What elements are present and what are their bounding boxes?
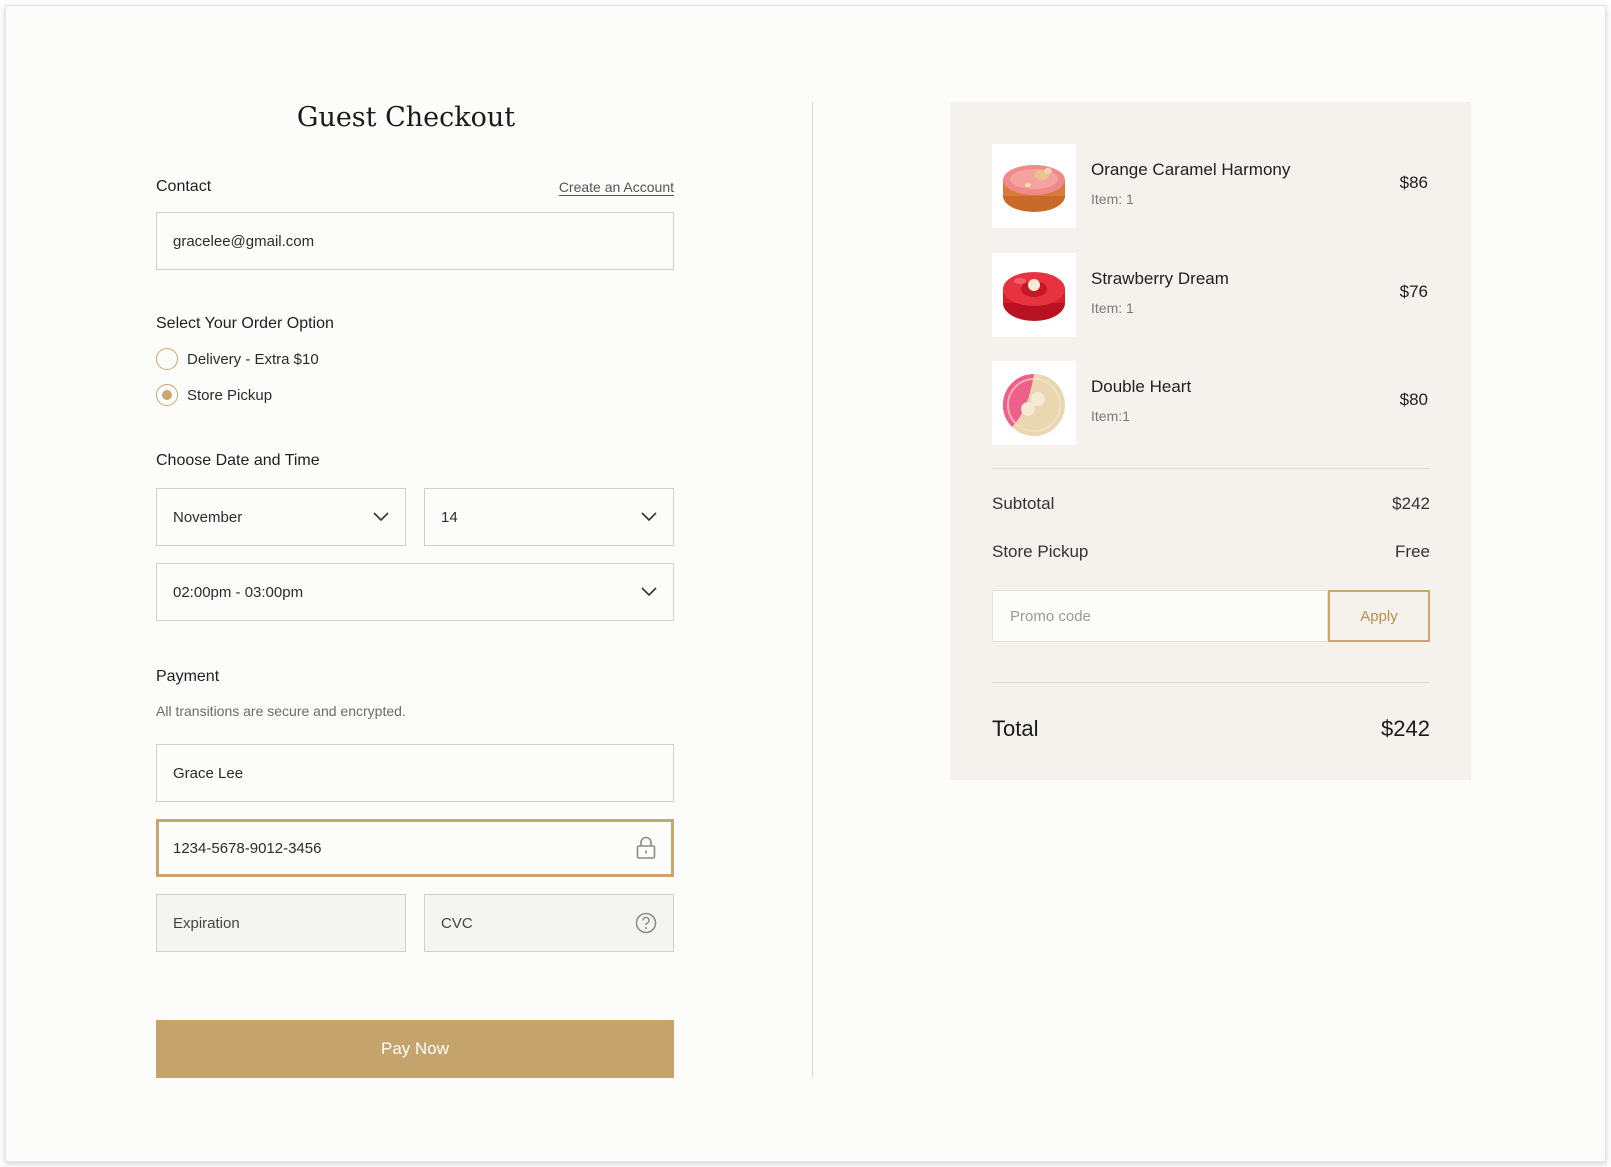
time-slot-select[interactable]: 02:00pm - 03:00pm: [156, 563, 674, 621]
radio-selected-dot: [162, 390, 172, 400]
order-summary-panel: Orange Caramel Harmony Item: 1 $86 Straw…: [950, 102, 1471, 780]
store-pickup-option-label: Store Pickup: [187, 386, 273, 404]
promo-code-input[interactable]: Promo code: [992, 590, 1328, 642]
contact-label: Contact: [156, 178, 212, 195]
expiration-field[interactable]: Expiration: [156, 894, 406, 952]
date-time-label: Choose Date and Time: [156, 452, 320, 469]
item-price: $86: [1399, 173, 1428, 192]
cvc-placeholder: CVC: [441, 914, 473, 932]
apply-promo-button[interactable]: Apply: [1328, 590, 1430, 642]
chevron-down-icon: [373, 512, 389, 522]
subtotal-label: Subtotal: [992, 494, 1055, 513]
cake-image: [1002, 373, 1065, 436]
cake-image: [1003, 165, 1065, 212]
store-pickup-value: Free: [1395, 542, 1430, 561]
help-circle-icon[interactable]: [635, 912, 657, 934]
item-price: $80: [1399, 390, 1428, 409]
store-pickup-label: Store Pickup: [992, 542, 1089, 561]
lock-icon: [636, 836, 656, 859]
summary-divider: [992, 682, 1430, 683]
summary-divider: [992, 468, 1430, 469]
day-value: 14: [441, 508, 458, 526]
pay-now-button[interactable]: Pay Now: [156, 1020, 674, 1078]
delivery-radio[interactable]: [156, 348, 178, 370]
product-image-strawberry-dream: [992, 253, 1076, 337]
chevron-down-icon: [641, 587, 657, 597]
total-value: $242: [1381, 716, 1430, 741]
order-option-label: Select Your Order Option: [156, 315, 334, 332]
item-price: $76: [1399, 282, 1428, 301]
month-select[interactable]: November: [156, 488, 406, 546]
chevron-down-icon: [641, 512, 657, 522]
item-quantity: Item:1: [1091, 408, 1130, 424]
delivery-option[interactable]: Delivery - Extra $10: [156, 348, 319, 370]
product-image-double-heart: [992, 361, 1076, 445]
card-number-value: 1234-5678-9012-3456: [173, 839, 322, 857]
delivery-option-label: Delivery - Extra $10: [187, 350, 319, 368]
month-value: November: [173, 508, 243, 526]
page-title: Guest Checkout: [296, 102, 516, 133]
product-image-orange-caramel-harmony: [992, 144, 1076, 228]
payment-security-note: All transitions are secure and encrypted…: [156, 703, 406, 719]
subtotal-value: $242: [1392, 494, 1430, 513]
expiration-placeholder: Expiration: [173, 914, 240, 932]
column-divider: [812, 102, 813, 1078]
day-select[interactable]: 14: [424, 488, 674, 546]
item-quantity: Item: 1: [1091, 300, 1134, 316]
cardholder-name-value: Grace Lee: [173, 764, 244, 782]
email-field[interactable]: gracelee@gmail.com: [156, 212, 674, 270]
email-value: gracelee@gmail.com: [173, 232, 315, 250]
item-quantity: Item: 1: [1091, 191, 1134, 207]
item-name: Strawberry Dream: [1091, 269, 1229, 288]
cake-image: [1003, 272, 1065, 321]
cardholder-name-field[interactable]: Grace Lee: [156, 744, 674, 802]
store-pickup-radio[interactable]: [156, 384, 178, 406]
checkout-page: Guest Checkout Contact Create an Account…: [5, 5, 1606, 1162]
payment-label: Payment: [156, 668, 220, 685]
card-number-field[interactable]: 1234-5678-9012-3456: [156, 819, 674, 877]
total-label: Total: [992, 716, 1039, 741]
create-account-link[interactable]: Create an Account: [552, 179, 674, 195]
time-slot-value: 02:00pm - 03:00pm: [173, 583, 304, 601]
item-name: Double Heart: [1091, 377, 1192, 396]
cvc-field[interactable]: CVC: [424, 894, 674, 952]
item-name: Orange Caramel Harmony: [1091, 160, 1291, 179]
store-pickup-option[interactable]: Store Pickup: [156, 384, 272, 406]
